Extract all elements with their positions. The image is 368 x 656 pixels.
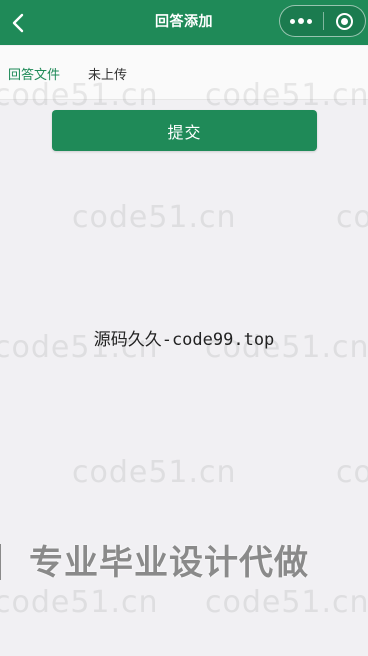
more-dots-icon[interactable] — [280, 6, 323, 36]
capsule-close-button[interactable] — [323, 6, 365, 36]
file-row: 回答文件 未上传 — [0, 46, 368, 100]
watermark-banner-text: 专业毕业设计代做 — [29, 543, 309, 583]
banner-bar — [0, 544, 1, 580]
watermark-text: code51.cn — [72, 200, 237, 235]
target-close-icon — [335, 12, 353, 30]
nav-bar: 回答添加 — [0, 0, 368, 45]
target-dot — [340, 17, 348, 25]
watermark-text: code51.cn — [205, 585, 368, 620]
file-label: 回答文件 — [8, 68, 61, 83]
watermark-center-text: 源码久久-code99.top — [93, 330, 275, 350]
watermark-text: code51.cn — [205, 330, 368, 365]
watermark-text: code51.cn — [336, 200, 368, 235]
dot — [298, 18, 305, 24]
dot — [290, 18, 296, 24]
back-button[interactable] — [4, 9, 32, 37]
watermark-text: code51.cn — [0, 330, 159, 365]
watermark-text: code51.cn — [336, 455, 368, 490]
watermark-text: code51.cn — [72, 455, 237, 490]
file-upload-status[interactable]: 未上传 — [88, 64, 127, 83]
chevron-left-icon — [12, 13, 24, 33]
dot — [307, 18, 313, 24]
watermark-text: code51.cn — [0, 585, 159, 620]
capsule-menu — [279, 5, 366, 37]
watermark-banner: 专业毕业设计代做 — [0, 535, 368, 584]
submit-button[interactable]: 提交 — [52, 110, 317, 151]
